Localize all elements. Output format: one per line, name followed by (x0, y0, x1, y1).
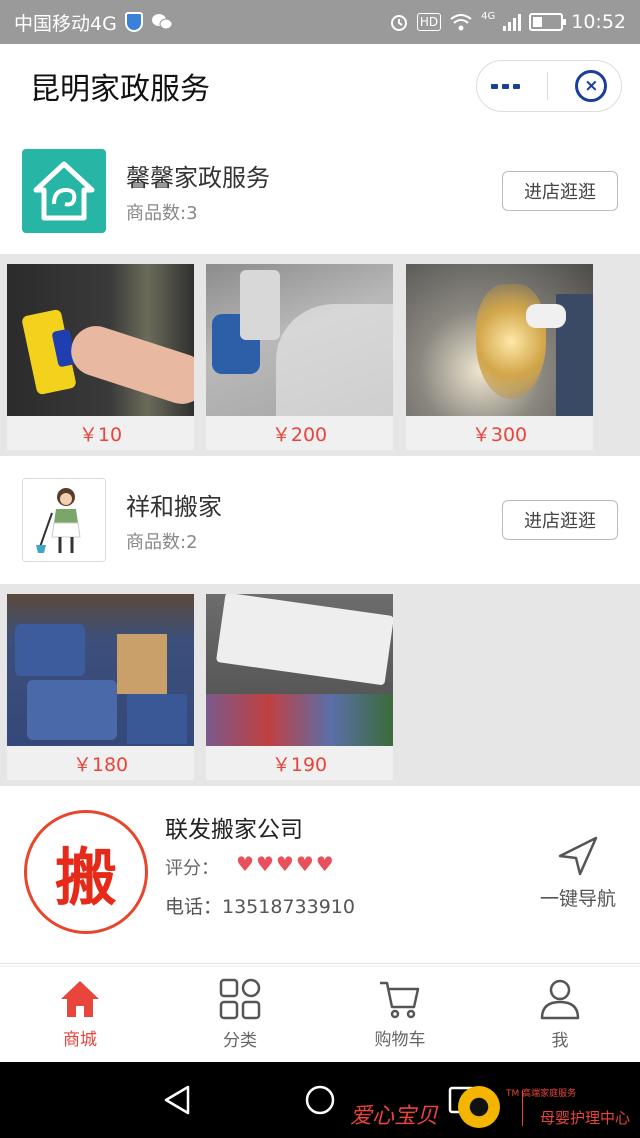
clock: 10:52 (571, 11, 626, 33)
rating-hearts: ♥ ♥ ♥ ♥ ♥ (236, 852, 334, 876)
store-row[interactable]: 馨馨家政服务 商品数:3 进店逛逛 (0, 128, 640, 254)
home-icon (61, 981, 99, 1017)
home-circle-icon[interactable] (304, 1084, 336, 1116)
house-icon (33, 161, 95, 221)
product-price: ￥10 (7, 416, 194, 450)
heart-icon: ♥ (236, 852, 254, 876)
grid-icon (219, 978, 261, 1020)
product-price: ￥190 (206, 746, 393, 780)
tab-cart[interactable]: 购物车 (320, 967, 480, 1062)
more-icon[interactable] (490, 83, 520, 89)
back-icon[interactable] (162, 1084, 192, 1116)
store-name: 馨馨家政服务 (126, 163, 270, 192)
navigation-arrow-icon (558, 836, 598, 876)
tab-bar: 商城 分类 购物车 我 (0, 966, 640, 1062)
heart-icon: ♥ (275, 852, 294, 876)
cart-icon (380, 981, 420, 1019)
product-image (206, 264, 393, 416)
heart-icon: ♥ (295, 852, 314, 876)
product-card[interactable]: ￥190 (206, 594, 393, 780)
rating-label: 评分： (165, 858, 219, 879)
hd-badge: HD (416, 13, 442, 31)
tab-label: 商城 (63, 1030, 97, 1050)
product-price: ￥200 (206, 416, 393, 450)
company-phone: 电话：13518733910 (165, 896, 355, 918)
product-strip: ￥10 ￥200 ￥300 (0, 254, 640, 456)
tab-label: 我 (551, 1031, 569, 1051)
company-name: 联发搬家公司 (165, 817, 303, 843)
product-image (7, 264, 194, 416)
battery-icon (529, 13, 567, 31)
status-bar: 中国移动4G HD 4G 10:52 (0, 0, 640, 44)
tab-me[interactable]: 我 (480, 967, 640, 1062)
heart-icon: ♥ (315, 852, 334, 876)
product-card[interactable]: ￥10 (7, 264, 194, 450)
company-card[interactable]: 搬 联发搬家公司 评分： ♥ ♥ ♥ ♥ ♥ 电话：13518733910 一键… (0, 788, 640, 964)
product-image (406, 264, 593, 416)
product-price: ￥180 (7, 746, 194, 780)
alarm-icon (390, 15, 407, 31)
tab-mall[interactable]: 商城 (0, 967, 160, 1062)
store-logo (22, 478, 106, 562)
watermark-tagline: TM 高端家庭服务 (506, 1089, 577, 1099)
wechat-icon (151, 14, 173, 30)
store-logo (22, 149, 106, 233)
product-count: 商品数:2 (126, 531, 198, 553)
product-image (7, 594, 194, 746)
product-card[interactable]: ￥300 (406, 264, 593, 450)
watermark-brand: 爱心宝贝 (350, 1104, 439, 1129)
miniprogram-capsule: × (476, 60, 622, 112)
wifi-icon (450, 14, 472, 31)
watermark-logo (458, 1086, 500, 1128)
tab-label: 购物车 (374, 1030, 426, 1050)
signal-icon (503, 13, 522, 31)
product-card[interactable]: ￥180 (7, 594, 194, 780)
visit-store-button[interactable]: 进店逛逛 (502, 171, 618, 211)
store-row[interactable]: 祥和搬家 商品数:2 进店逛逛 (0, 456, 640, 584)
visit-store-button[interactable]: 进店逛逛 (502, 500, 618, 540)
watermark-subtitle: 母婴护理中心 (540, 1109, 631, 1127)
network-type: 4G (481, 11, 496, 22)
tab-label: 分类 (223, 1031, 257, 1051)
navigate-button[interactable]: 一键导航 (530, 834, 626, 914)
page-title: 昆明家政服务 (30, 72, 210, 107)
product-image (206, 594, 393, 746)
heart-icon: ♥ (255, 852, 274, 876)
product-count: 商品数:3 (126, 202, 198, 224)
store-name: 祥和搬家 (126, 492, 222, 521)
product-price: ￥300 (406, 416, 593, 450)
shield-icon (124, 12, 143, 32)
app-header: 昆明家政服务 × (0, 44, 640, 128)
company-logo: 搬 (24, 810, 148, 934)
product-strip: ￥180 ￥190 (0, 584, 640, 786)
cleaner-icon (36, 488, 81, 553)
user-icon (540, 979, 580, 1020)
carrier-label: 中国移动4G (14, 12, 117, 35)
product-card[interactable]: ￥200 (206, 264, 393, 450)
tab-category[interactable]: 分类 (160, 967, 320, 1062)
navigate-label: 一键导航 (539, 888, 616, 910)
close-miniprogram-icon[interactable]: × (575, 70, 608, 102)
